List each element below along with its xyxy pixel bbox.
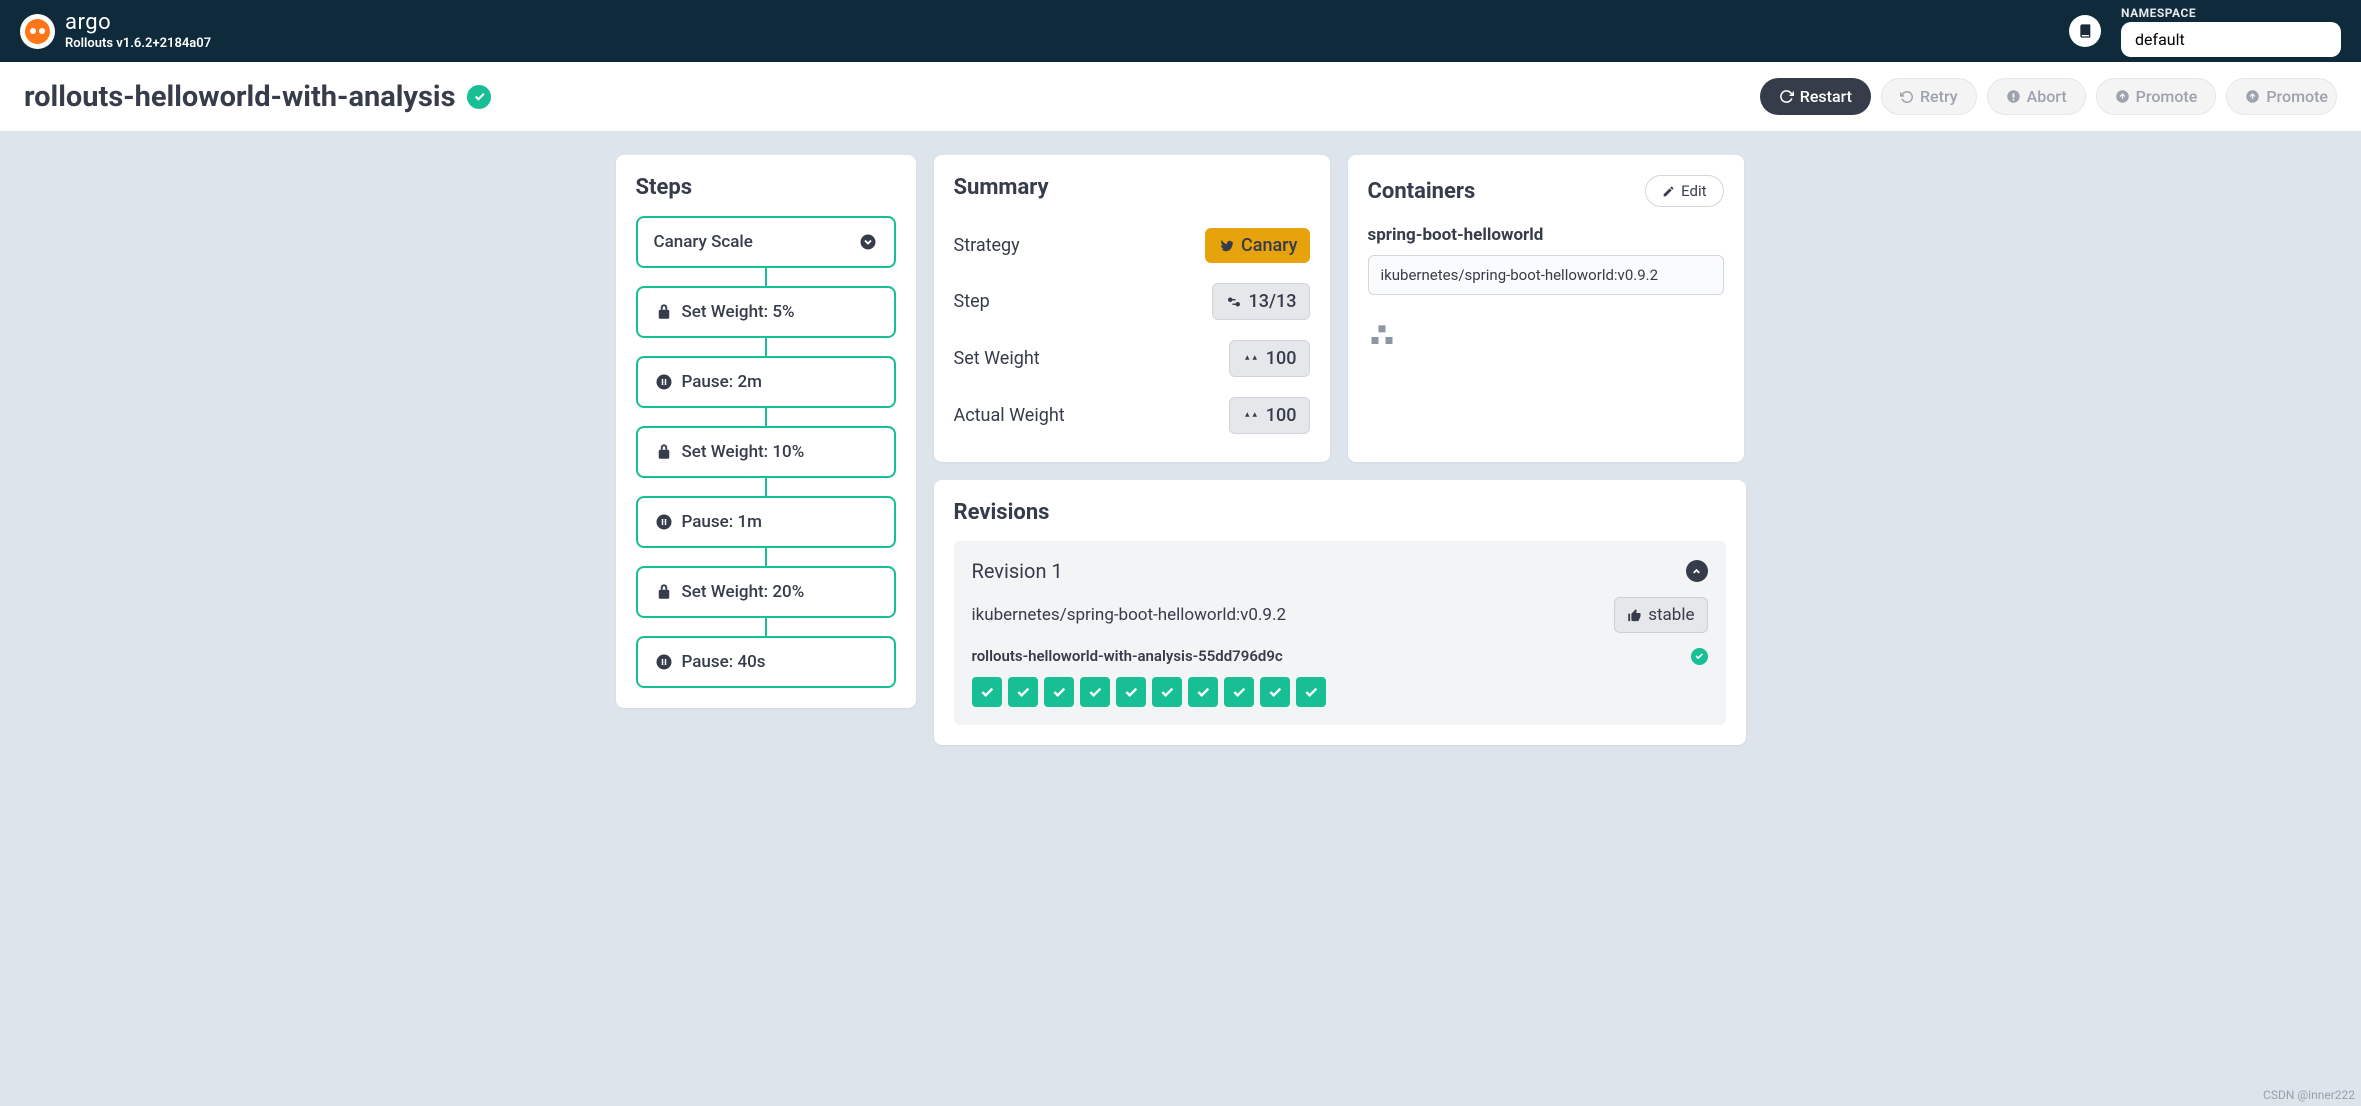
step-label: Canary Scale bbox=[654, 232, 753, 252]
restart-button[interactable]: Restart bbox=[1760, 78, 1871, 115]
setweight-key: Set Weight bbox=[954, 348, 1040, 369]
pause-icon bbox=[654, 512, 674, 532]
add-container-icon[interactable] bbox=[1368, 323, 1724, 351]
step-label: Set Weight: 20% bbox=[682, 582, 805, 602]
pod-item[interactable] bbox=[972, 677, 1002, 707]
balance-scale-icon bbox=[1242, 350, 1260, 368]
step-item: Pause: 2m bbox=[636, 356, 896, 408]
pencil-icon bbox=[1662, 185, 1675, 198]
watermark: CSDN @inner222 bbox=[2263, 1088, 2355, 1102]
rollout-title: rollouts-helloworld-with-analysis bbox=[24, 80, 455, 114]
weight-icon bbox=[654, 582, 674, 602]
containers-title: Containers bbox=[1368, 179, 1476, 204]
step-label: Pause: 2m bbox=[682, 372, 762, 392]
pause-icon bbox=[654, 372, 674, 392]
revision-item: Revision 1 ikubernetes/spring-boot-hello… bbox=[954, 541, 1726, 725]
containers-card: Containers Edit spring-boot-helloworld bbox=[1348, 155, 1744, 462]
brand-name: argo bbox=[65, 12, 211, 34]
boxes-icon bbox=[1368, 323, 1396, 351]
step-label: Set Weight: 5% bbox=[682, 302, 795, 322]
revisions-card: Revisions Revision 1 ikubernetes/spring-… bbox=[934, 480, 1746, 745]
revisions-title: Revisions bbox=[954, 500, 1726, 525]
steps-card: Steps Canary Scale Set Weight: 5% Pause: 2… bbox=[616, 155, 916, 708]
pod-item[interactable] bbox=[1296, 677, 1326, 707]
step-item: Set Weight: 5% bbox=[636, 286, 896, 338]
step-item[interactable]: Canary Scale bbox=[636, 216, 896, 268]
edit-button[interactable]: Edit bbox=[1645, 175, 1723, 207]
replicaset-healthy-icon bbox=[1691, 648, 1708, 665]
pod-item[interactable] bbox=[1080, 677, 1110, 707]
brand[interactable]: argo Rollouts v1.6.2+2184a07 bbox=[20, 12, 211, 51]
step-item: Set Weight: 20% bbox=[636, 566, 896, 618]
step-badge: 13/13 bbox=[1212, 283, 1310, 320]
container-image-input[interactable] bbox=[1368, 255, 1724, 295]
step-item: Pause: 1m bbox=[636, 496, 896, 548]
pod-item[interactable] bbox=[1152, 677, 1182, 707]
stable-badge: stable bbox=[1614, 597, 1707, 633]
steps-list: Canary Scale Set Weight: 5% Pause: 2m Set W… bbox=[636, 216, 896, 688]
pods-row bbox=[972, 677, 1708, 707]
main-content: Steps Canary Scale Set Weight: 5% Pause: 2… bbox=[0, 131, 2361, 769]
status-healthy-icon bbox=[467, 85, 491, 109]
pod-item[interactable] bbox=[1188, 677, 1218, 707]
setweight-badge: 100 bbox=[1229, 340, 1310, 377]
retry-label: Retry bbox=[1920, 87, 1958, 106]
brand-version: Rollouts v1.6.2+2184a07 bbox=[65, 36, 211, 51]
step-label: Pause: 1m bbox=[682, 512, 762, 532]
step-label: Pause: 40s bbox=[682, 652, 766, 672]
pod-item[interactable] bbox=[1008, 677, 1038, 707]
pause-icon bbox=[654, 652, 674, 672]
restart-label: Restart bbox=[1800, 87, 1852, 106]
summary-title: Summary bbox=[954, 175, 1310, 200]
container-name: spring-boot-helloworld bbox=[1368, 225, 1724, 245]
step-item: Pause: 40s bbox=[636, 636, 896, 688]
steps-icon bbox=[1225, 293, 1243, 311]
weight-icon bbox=[654, 302, 674, 322]
revision-label: Revision 1 bbox=[972, 559, 1063, 583]
action-bar: Restart Retry Abort Promote Promote bbox=[1760, 78, 2337, 115]
actualweight-key: Actual Weight bbox=[954, 405, 1065, 426]
thumbs-up-icon bbox=[1627, 608, 1642, 623]
strategy-badge: Canary bbox=[1205, 228, 1310, 263]
retry-button: Retry bbox=[1881, 78, 1977, 115]
chevron-down-icon bbox=[858, 232, 878, 252]
pod-item[interactable] bbox=[1224, 677, 1254, 707]
replicaset-name: rollouts-helloworld-with-analysis-55dd79… bbox=[972, 647, 1283, 665]
docs-button[interactable] bbox=[2069, 15, 2101, 47]
promote-button: Promote bbox=[2096, 78, 2217, 115]
balance-scale-icon bbox=[1242, 407, 1260, 425]
top-bar: argo Rollouts v1.6.2+2184a07 NAMESPACE bbox=[0, 0, 2361, 62]
weight-icon bbox=[654, 442, 674, 462]
promote-label: Promote bbox=[2136, 87, 2198, 106]
steps-title: Steps bbox=[636, 175, 896, 200]
strategy-key: Strategy bbox=[954, 235, 1020, 256]
collapse-icon[interactable] bbox=[1686, 560, 1708, 582]
actualweight-badge: 100 bbox=[1229, 397, 1310, 434]
revision-image: ikubernetes/spring-boot-helloworld:v0.9.… bbox=[972, 605, 1287, 625]
abort-label: Abort bbox=[2027, 87, 2067, 106]
sub-header: rollouts-helloworld-with-analysis Restar… bbox=[0, 62, 2361, 131]
pod-item[interactable] bbox=[1260, 677, 1290, 707]
namespace-input[interactable] bbox=[2121, 22, 2341, 57]
step-label: Set Weight: 10% bbox=[682, 442, 805, 462]
dove-icon bbox=[1217, 237, 1235, 255]
pod-item[interactable] bbox=[1044, 677, 1074, 707]
step-key: Step bbox=[954, 291, 990, 312]
promote-full-button: Promote bbox=[2226, 78, 2337, 115]
pod-item[interactable] bbox=[1116, 677, 1146, 707]
summary-card: Summary Strategy Canary Step 13/13 bbox=[934, 155, 1330, 462]
step-item: Set Weight: 10% bbox=[636, 426, 896, 478]
namespace-label: NAMESPACE bbox=[2121, 6, 2341, 20]
argo-logo bbox=[20, 14, 55, 49]
promote-full-label: Promote bbox=[2266, 87, 2328, 106]
abort-button: Abort bbox=[1987, 78, 2086, 115]
